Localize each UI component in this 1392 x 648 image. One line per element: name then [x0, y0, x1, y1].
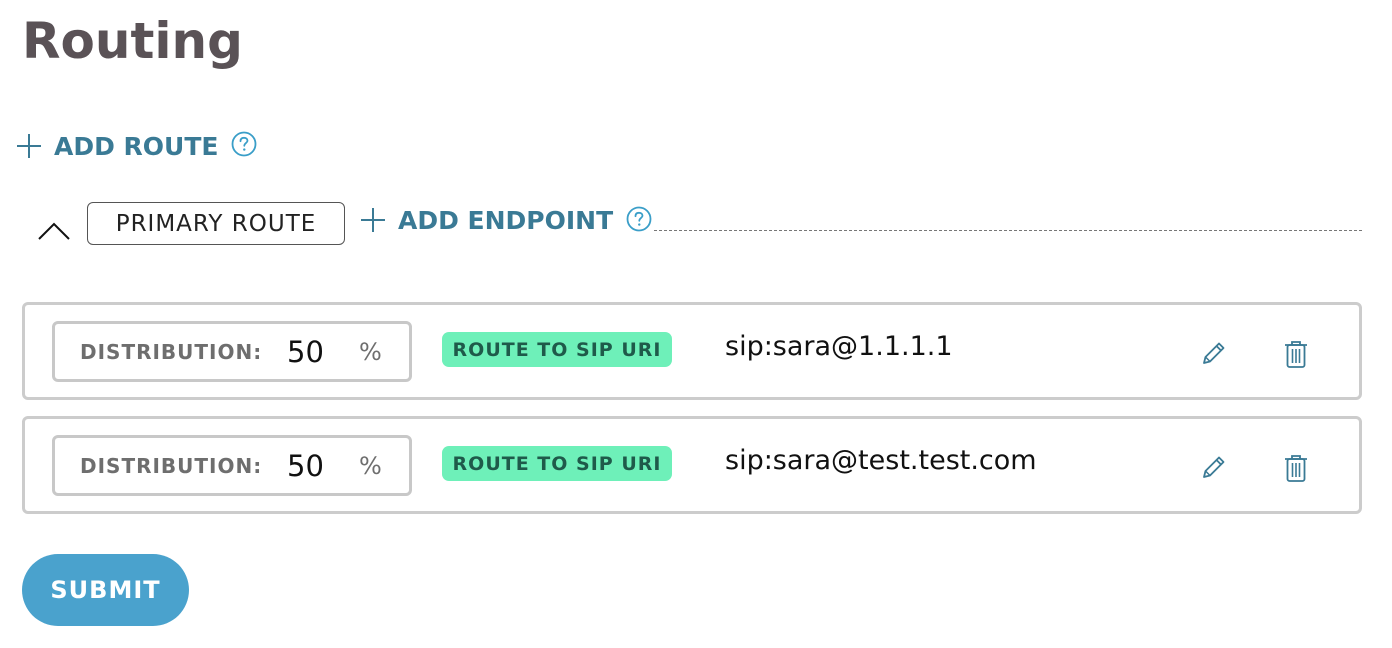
route-type-badge: ROUTE TO SIP URI [442, 446, 672, 481]
add-route-label: ADD ROUTE [54, 131, 219, 161]
add-route-button[interactable]: ADD ROUTE [16, 128, 219, 164]
route-name-tag[interactable]: PRIMARY ROUTE [87, 202, 345, 245]
distribution-field[interactable]: DISTRIBUTION: 50 % [52, 435, 412, 496]
add-endpoint-button[interactable]: ADD ENDPOINT [360, 202, 613, 238]
endpoint-card: DISTRIBUTION: 50 % ROUTE TO SIP URI sip:… [22, 302, 1362, 400]
distribution-value[interactable]: 50 [287, 335, 324, 369]
chevron-up-icon[interactable] [36, 215, 72, 243]
distribution-value[interactable]: 50 [287, 449, 324, 483]
help-icon[interactable] [231, 131, 257, 157]
endpoint-uri: sip:sara@test.test.com [725, 445, 1037, 476]
trash-icon[interactable] [1283, 453, 1309, 483]
distribution-field[interactable]: DISTRIBUTION: 50 % [52, 321, 412, 382]
page-title: Routing [22, 12, 243, 70]
add-endpoint-label: ADD ENDPOINT [398, 205, 614, 235]
pencil-icon[interactable] [1199, 338, 1229, 368]
help-icon[interactable] [626, 206, 652, 232]
distribution-label: DISTRIBUTION: [80, 453, 263, 478]
route-type-badge: ROUTE TO SIP URI [442, 332, 672, 367]
submit-button[interactable]: SUBMIT [22, 554, 189, 626]
plus-icon [361, 208, 385, 232]
endpoint-card: DISTRIBUTION: 50 % ROUTE TO SIP URI sip:… [22, 416, 1362, 514]
distribution-unit: % [359, 337, 382, 366]
distribution-label: DISTRIBUTION: [80, 339, 263, 364]
endpoint-uri: sip:sara@1.1.1.1 [725, 331, 953, 362]
route-divider [654, 230, 1362, 231]
pencil-icon[interactable] [1199, 452, 1229, 482]
distribution-unit: % [359, 451, 382, 480]
trash-icon[interactable] [1283, 339, 1309, 369]
plus-icon [17, 134, 41, 158]
